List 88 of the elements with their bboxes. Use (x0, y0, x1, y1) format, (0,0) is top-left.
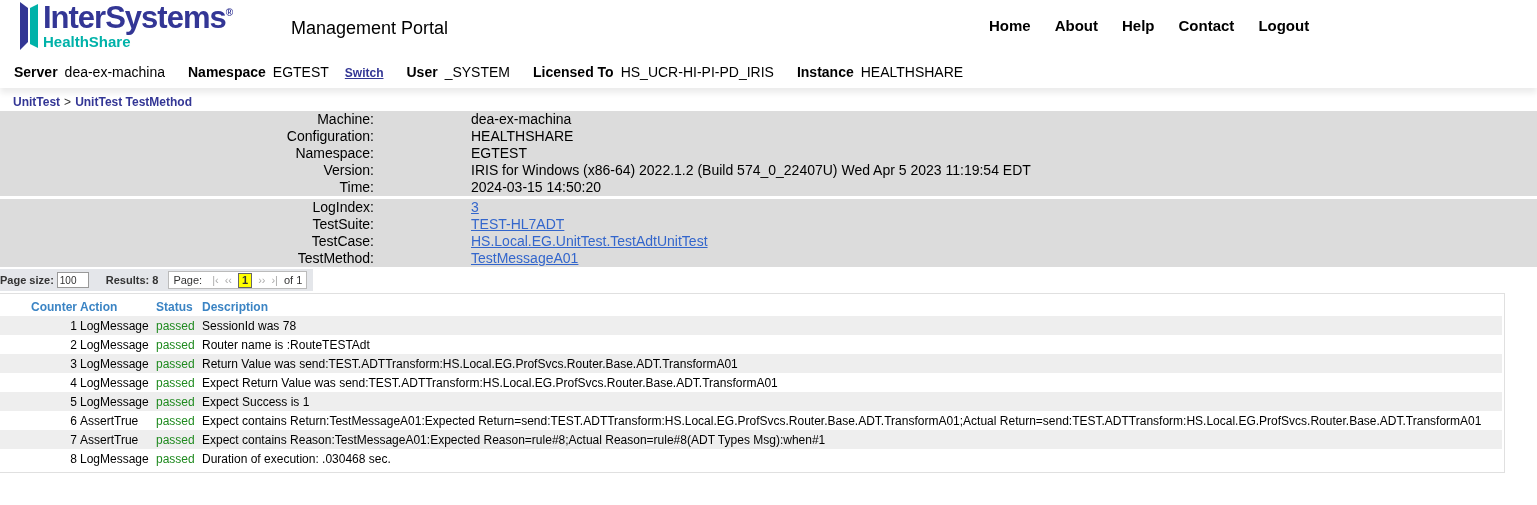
description-cell-text: Expect Success is 1 (202, 393, 311, 411)
counter-cell-text: 2 (69, 336, 78, 354)
info-value: HEALTHSHARE (860, 63, 964, 82)
logo-wordmark: InterSystems (43, 1, 226, 35)
status-cell-text: passed (156, 431, 196, 449)
nav-link[interactable]: Contact (1178, 15, 1235, 38)
previous-page-button[interactable]: ‹‹ (224, 271, 232, 289)
description-cell-text: Duration of execution: .030468 sec. (202, 450, 392, 468)
counter-cell-text: 4 (69, 374, 78, 392)
description-cell-text: Expect Return Value was send:TEST.ADTTransform:HS.Local.EG.ProfSvcs.Router.Base.ADT.TransformA01 (202, 374, 779, 392)
action-cell-text: LogMessage (80, 317, 150, 335)
product-name: HealthShare (43, 35, 131, 49)
description-cell-text: Expect contains Return:TestMessageA01:Expected Return=send:TEST.ADTTransform:HS.Local.EG.ProfSvcs.Router.Base.ADT.TransformA01;Actual Return=send:TEST.ADTTransform:HS.Local.EG.ProfSvcs.Router.Base.ADT.TransformA01 (202, 412, 1483, 430)
column-header[interactable]: Status (156, 297, 202, 316)
action-cell-text: LogMessage (80, 355, 150, 373)
field-value: EGTEST (471, 145, 527, 162)
field-value: IRIS for Windows (x86-64) 2022.1.2 (Build 574_0_22407U) Wed Apr 5 2023 11:19:54 EDT (471, 162, 1031, 179)
status-cell-text: passed (156, 412, 196, 430)
logo-icon (18, 2, 40, 50)
field-value: 2024-03-15 14:50:20 (471, 179, 601, 196)
breadcrumb-link[interactable]: UnitTest (13, 93, 61, 111)
field-label: TestMethod: (296, 250, 374, 267)
page-count: of 1 (284, 272, 303, 288)
nav-link[interactable]: About (1054, 15, 1098, 38)
field-link[interactable]: TEST-HL7ADT (471, 216, 565, 233)
info-label: Licensed To (533, 63, 614, 82)
field-link[interactable]: TestMessageA01 (471, 250, 579, 267)
info-value: HS_UCR-HI-PI-PD_IRIS (620, 63, 774, 82)
info-value: dea-ex-machina (64, 63, 165, 82)
page-label: Page: (173, 272, 203, 288)
status-cell-text: passed (156, 374, 196, 392)
info-value: EGTEST (272, 63, 329, 82)
field-label: Machine: (316, 111, 374, 128)
info-label: Instance (796, 63, 854, 82)
field-label: Namespace: (294, 145, 374, 162)
action-cell-text: LogMessage (80, 336, 150, 354)
page-number[interactable]: 1 (238, 272, 253, 288)
field-link[interactable]: HS.Local.EG.UnitTest.TestAdtUnitTest (471, 233, 708, 250)
info-label: Namespace (188, 63, 266, 82)
counter-cell-text: 1 (69, 317, 78, 335)
status-cell-text: passed (156, 355, 196, 373)
page-size-field[interactable]: 100 (56, 272, 89, 288)
breadcrumb-link[interactable]: UnitTest TestMethod (75, 93, 192, 111)
last-page-button[interactable]: ›| (271, 271, 278, 289)
description-cell-text: Return Value was send:TEST.ADTTransform:HS.Local.EG.ProfSvcs.Router.Base.ADT.TransformA01 (202, 355, 739, 373)
field-label: Time: (338, 179, 374, 196)
page-size-label: Page size: (0, 272, 54, 288)
column-header[interactable]: Action (80, 297, 156, 316)
results-count: Results: 8 (105, 272, 159, 288)
description-cell-text: SessionId was 78 (202, 317, 298, 335)
field-value: dea-ex-machina (471, 111, 572, 128)
status-cell-text: passed (156, 336, 196, 354)
info-value: _SYSTEM (444, 63, 510, 82)
field-label: LogIndex: (311, 199, 374, 216)
next-page-button[interactable]: ›› (258, 271, 266, 289)
counter-cell-text: 6 (69, 412, 78, 430)
action-cell-text: AssertTrue (80, 412, 140, 430)
description-cell-text: Router name is :RouteTESTAdt (202, 336, 371, 354)
field-label: Configuration: (285, 128, 374, 145)
nav-link[interactable]: Help (1122, 15, 1155, 38)
nav-link[interactable]: Home (989, 15, 1031, 38)
field-label: TestSuite: (311, 216, 374, 233)
action-cell-text: LogMessage (80, 374, 150, 392)
info-label: Server (14, 63, 58, 82)
field-link[interactable]: 3 (471, 199, 479, 216)
counter-cell-text: 7 (69, 431, 78, 449)
status-cell-text: passed (156, 317, 196, 335)
switch-link[interactable]: Switch (344, 63, 384, 82)
column-header[interactable]: Description (202, 297, 1504, 316)
info-label: User (406, 63, 438, 82)
status-cell-text: passed (156, 450, 196, 468)
column-header[interactable]: Counter (0, 297, 80, 316)
action-cell-text: LogMessage (80, 450, 150, 468)
field-label: Version: (322, 162, 374, 179)
nav-link[interactable]: Logout (1258, 15, 1310, 38)
counter-cell-text: 8 (69, 450, 78, 468)
description-cell-text: Expect contains Reason:TestMessageA01:Expected Reason=rule#8;Actual Reason=rule#8(ADT Types Msg):when#1 (202, 431, 827, 449)
portal-title: Management Portal (291, 17, 449, 40)
field-value: HEALTHSHARE (471, 128, 574, 145)
counter-cell-text: 3 (69, 355, 78, 373)
counter-cell-text: 5 (69, 393, 78, 411)
first-page-button[interactable]: |‹ (212, 271, 219, 289)
field-label: TestCase: (310, 233, 374, 250)
breadcrumb-separator: > (64, 94, 72, 111)
registered-mark: ® (225, 7, 234, 18)
status-cell-text: passed (156, 393, 196, 411)
action-cell-text: LogMessage (80, 393, 150, 411)
action-cell-text: AssertTrue (80, 431, 140, 449)
